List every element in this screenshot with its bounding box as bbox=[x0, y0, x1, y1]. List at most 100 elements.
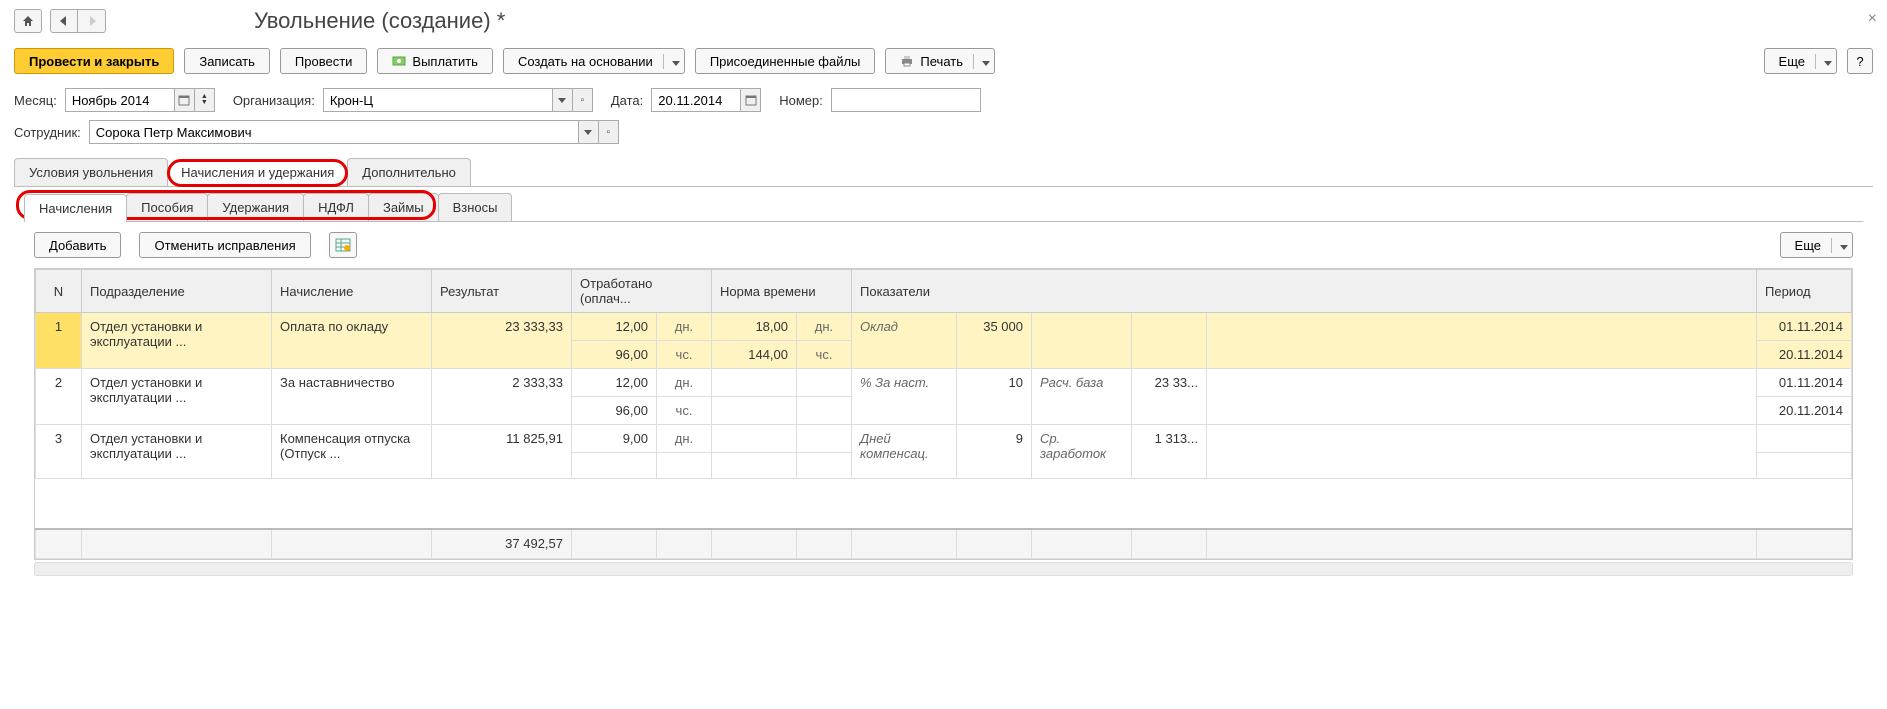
th-dept[interactable]: Подразделение bbox=[82, 270, 272, 313]
post-button[interactable]: Провести bbox=[280, 48, 368, 74]
cell-accrual: Оплата по окладу bbox=[272, 313, 432, 369]
cell-period2: 20.11.2014 bbox=[1757, 341, 1852, 369]
cell-dept: Отдел установки и эксплуатации ... bbox=[82, 369, 272, 425]
th-worked[interactable]: Отработано (оплач... bbox=[572, 270, 712, 313]
cell-blank bbox=[1207, 313, 1757, 369]
back-button[interactable] bbox=[50, 9, 78, 33]
pay-button[interactable]: Выплатить bbox=[377, 48, 493, 74]
cell-worked-du: дн. bbox=[657, 313, 712, 341]
more-button-2[interactable]: Еще bbox=[1780, 232, 1853, 258]
table-settings-icon[interactable] bbox=[329, 232, 357, 258]
number-input[interactable] bbox=[831, 88, 981, 112]
cell-dept: Отдел установки и эксплуатации ... bbox=[82, 425, 272, 479]
dropdown-icon[interactable] bbox=[579, 120, 599, 144]
cell-worked-hu: чс. bbox=[657, 397, 712, 425]
cell-ind1-name: Дней компенсац. bbox=[852, 425, 957, 479]
cell-norm-du bbox=[797, 425, 852, 453]
cell-norm-h bbox=[712, 453, 797, 479]
sub-tabs: Начисления Пособия Удержания НДФЛ Займы … bbox=[24, 193, 1863, 222]
total-row: 37 492,57 bbox=[36, 529, 1852, 559]
cell-blank bbox=[1207, 425, 1757, 479]
subtab-loans[interactable]: Займы bbox=[368, 193, 439, 221]
table-row[interactable]: 2 Отдел установки и эксплуатации ... За … bbox=[36, 369, 1852, 397]
cell-period2: 20.11.2014 bbox=[1757, 397, 1852, 425]
write-button[interactable]: Записать bbox=[184, 48, 270, 74]
open-icon[interactable]: ▫ bbox=[573, 88, 593, 112]
th-period[interactable]: Период bbox=[1757, 270, 1852, 313]
home-button[interactable] bbox=[14, 9, 42, 33]
employee-input[interactable] bbox=[89, 120, 579, 144]
help-button[interactable]: ? bbox=[1847, 48, 1873, 74]
subtab-deductions[interactable]: Удержания bbox=[207, 193, 304, 221]
stepper-icon[interactable]: ▲▼ bbox=[195, 88, 215, 112]
cell-worked-hu bbox=[657, 453, 712, 479]
cell-ind2-val: 23 33... bbox=[1132, 369, 1207, 425]
table-row[interactable]: 3 Отдел установки и эксплуатации ... Ком… bbox=[36, 425, 1852, 453]
cell-norm-hu bbox=[797, 453, 852, 479]
cell-period1: 01.11.2014 bbox=[1757, 313, 1852, 341]
subtab-benefits[interactable]: Пособия bbox=[126, 193, 208, 221]
table-row[interactable]: 1 Отдел установки и эксплуатации ... Опл… bbox=[36, 313, 1852, 341]
calendar-icon[interactable] bbox=[741, 88, 761, 112]
tab-extra[interactable]: Дополнительно bbox=[347, 158, 471, 186]
cell-worked-h: 96,00 bbox=[572, 397, 657, 425]
pay-label: Выплатить bbox=[412, 54, 478, 69]
cell-ind2-val bbox=[1132, 313, 1207, 369]
cancel-fix-button[interactable]: Отменить исправления bbox=[139, 232, 310, 258]
cell-ind1-val: 9 bbox=[957, 425, 1032, 479]
close-icon[interactable]: × bbox=[1868, 10, 1877, 28]
cell-worked-d: 9,00 bbox=[572, 425, 657, 453]
cell-ind2-name: Расч. база bbox=[1032, 369, 1132, 425]
cell-worked-d: 12,00 bbox=[572, 313, 657, 341]
cell-period2 bbox=[1757, 453, 1852, 479]
th-n[interactable]: N bbox=[36, 270, 82, 313]
cell-norm-d bbox=[712, 369, 797, 397]
tab-conditions[interactable]: Условия увольнения bbox=[14, 158, 168, 186]
th-norm[interactable]: Норма времени bbox=[712, 270, 852, 313]
th-accrual[interactable]: Начисление bbox=[272, 270, 432, 313]
cell-result: 23 333,33 bbox=[432, 313, 572, 369]
cell-norm-du bbox=[797, 369, 852, 397]
number-label: Номер: bbox=[779, 93, 823, 108]
cell-result: 2 333,33 bbox=[432, 369, 572, 425]
cell-ind1-name: Оклад bbox=[852, 313, 957, 369]
subtab-accruals[interactable]: Начисления bbox=[24, 194, 127, 222]
print-label: Печать bbox=[920, 54, 963, 69]
th-indicators[interactable]: Показатели bbox=[852, 270, 1757, 313]
cell-dept: Отдел установки и эксплуатации ... bbox=[82, 313, 272, 369]
subtab-ndfl[interactable]: НДФЛ bbox=[303, 193, 369, 221]
open-icon[interactable]: ▫ bbox=[599, 120, 619, 144]
main-tabs: Условия увольнения Начисления и удержани… bbox=[14, 158, 1873, 187]
cell-period1: 01.11.2014 bbox=[1757, 369, 1852, 397]
th-result[interactable]: Результат bbox=[432, 270, 572, 313]
chevron-down-icon bbox=[1840, 245, 1848, 250]
cell-accrual: За наставничество bbox=[272, 369, 432, 425]
cell-result: 11 825,91 bbox=[432, 425, 572, 479]
tab-accruals[interactable]: Начисления и удержания bbox=[167, 159, 348, 187]
cell-n: 3 bbox=[36, 425, 82, 479]
subtab-contributions[interactable]: Взносы bbox=[438, 193, 513, 221]
print-button[interactable]: Печать bbox=[885, 48, 995, 74]
create-based-label: Создать на основании bbox=[518, 54, 653, 69]
cell-norm-h bbox=[712, 397, 797, 425]
dropdown-icon[interactable] bbox=[553, 88, 573, 112]
attached-files-button[interactable]: Присоединенные файлы bbox=[695, 48, 876, 74]
cell-ind1-val: 35 000 bbox=[957, 313, 1032, 369]
forward-button[interactable] bbox=[78, 9, 106, 33]
accruals-table[interactable]: N Подразделение Начисление Результат Отр… bbox=[35, 269, 1852, 559]
more-button[interactable]: Еще bbox=[1764, 48, 1837, 74]
date-input[interactable] bbox=[651, 88, 741, 112]
post-close-button[interactable]: Провести и закрыть bbox=[14, 48, 174, 74]
cell-ind1-name: % За наст. bbox=[852, 369, 957, 425]
cell-ind2-name bbox=[1032, 313, 1132, 369]
org-input[interactable] bbox=[323, 88, 553, 112]
create-based-button[interactable]: Создать на основании bbox=[503, 48, 685, 74]
page-title: Увольнение (создание) * bbox=[254, 8, 505, 34]
horizontal-scrollbar[interactable] bbox=[34, 562, 1853, 576]
org-label: Организация: bbox=[233, 93, 315, 108]
cell-ind2-val: 1 313... bbox=[1132, 425, 1207, 479]
add-button[interactable]: Добавить bbox=[34, 232, 121, 258]
month-input[interactable] bbox=[65, 88, 175, 112]
calendar-icon[interactable] bbox=[175, 88, 195, 112]
cell-worked-hu: чс. bbox=[657, 341, 712, 369]
